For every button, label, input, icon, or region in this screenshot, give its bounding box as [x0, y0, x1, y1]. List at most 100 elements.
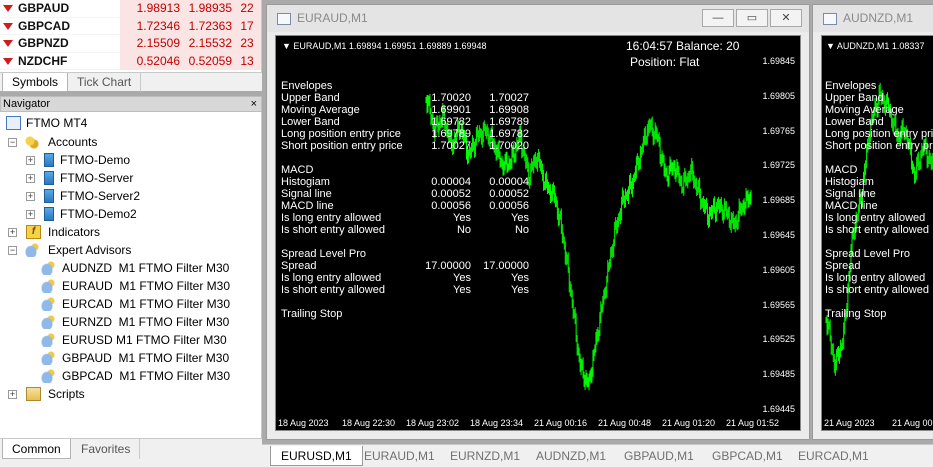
tree-indicators[interactable]: + f Indicators [8, 223, 258, 241]
chart-tab[interactable]: EURUSD,M1 [270, 446, 363, 466]
expand-icon[interactable]: + [26, 174, 35, 183]
price-tick-label: 1.69445 [762, 404, 795, 414]
chart-tab[interactable]: EURAUD,M1 [354, 446, 445, 466]
chart-window-audnzd[interactable]: AUDNZD,M1 ▼ AUDNZD,M1 1.08337 Envelopes U… [812, 4, 933, 440]
chart-tab[interactable]: GBPAUD,M1 [614, 446, 704, 466]
collapse-icon[interactable]: − [8, 138, 17, 147]
indicator-label: Upper Band [825, 92, 884, 104]
indicator-label: Short position entry price [281, 140, 403, 152]
indicator-value: Yes [453, 284, 471, 296]
chart-window-euraud[interactable]: EURAUD,M1 — ▭ ✕ ▼ EURAUD,M1 1.69894 1.69… [266, 4, 810, 440]
tree-expert-item[interactable]: EURNZD M1 FTMO Filter M30 [40, 313, 260, 331]
tree-accounts[interactable]: − Accounts [8, 133, 258, 151]
tab-tick-chart[interactable]: Tick Chart [68, 73, 142, 92]
indicator-value: Yes [453, 212, 471, 224]
expert-advisor-icon [24, 243, 39, 257]
expert-advisor-icon [40, 369, 55, 383]
tree-expert-item[interactable]: GBPCAD M1 FTMO Filter M30 [40, 367, 260, 385]
tree-expert-item[interactable]: EURUSD M1 FTMO Filter M30 [40, 331, 260, 349]
indicator-value: No [514, 224, 529, 236]
market-watch-row[interactable]: GBPNZD 2.15509 2.15532 23 [0, 35, 261, 53]
indicator-value: 0.00004 [489, 176, 529, 188]
tree-account-item[interactable]: + FTMO-Demo [26, 151, 256, 169]
accounts-icon [24, 135, 39, 149]
symbol-name: GBPAUD [18, 1, 70, 15]
indicator-label: Is long entry allowed [825, 212, 926, 224]
indicator-value: 1.69789 [489, 116, 529, 128]
ask-price: 0.52059 [180, 52, 232, 70]
tree-scripts[interactable]: + Scripts [8, 385, 258, 403]
chart-plot[interactable]: ▼ EURAUD,M1 1.69894 1.69951 1.69889 1.69… [275, 35, 801, 431]
indicator-label: Histogiam [825, 176, 874, 188]
chart-tab[interactable]: GBPCAD,M1 [702, 446, 793, 466]
indicator-value: 0.00052 [431, 188, 471, 200]
indicator-label: Is long entry allowed [825, 272, 926, 284]
tree-expert-item[interactable]: AUDNZD M1 FTMO Filter M30 [40, 259, 260, 277]
chart-plot[interactable]: ▼ AUDNZD,M1 1.08337 Envelopes Upper Band M… [821, 35, 933, 431]
indicator-label: MACD line [825, 200, 878, 212]
indicator-value: 0.00052 [489, 188, 529, 200]
close-icon[interactable]: × [251, 97, 257, 111]
tree-account-item[interactable]: + FTMO-Server [26, 169, 256, 187]
tab-favorites[interactable]: Favorites [72, 439, 141, 459]
indicator-label: Upper Band [281, 92, 340, 104]
chart-window-titlebar[interactable]: AUDNZD,M1 [813, 5, 933, 32]
market-watch: GBPAUD 1.98913 1.98935 22 GBPCAD 1.72346 1.723… [0, 0, 262, 72]
price-tick-label: 1.69525 [762, 334, 795, 345]
indicator-label: Lower Band [281, 116, 340, 128]
time-tick-label: 18 Aug 22:30 [342, 418, 396, 428]
collapse-icon[interactable]: − [8, 246, 17, 255]
price-tick-label: 1.69845 [762, 56, 795, 66]
expert-advisor-icon [40, 333, 55, 347]
ask-price: 2.15532 [180, 35, 232, 53]
indicator-value: 1.70027 [489, 92, 529, 104]
chart-header: ▼ EURAUD,M1 1.69894 1.69951 1.69889 1.69… [282, 41, 487, 51]
indicator-value: Yes [511, 272, 529, 284]
indicator-label: Is long entry allowed [281, 272, 382, 284]
expand-icon[interactable]: + [26, 156, 35, 165]
market-watch-row[interactable]: GBPAUD 1.98913 1.98935 22 [0, 0, 261, 18]
expand-icon[interactable]: + [8, 228, 17, 237]
time-tick-label: 21 Aug 00:16 [534, 418, 588, 428]
indicator-label: Trailing Stop [281, 308, 343, 320]
spread-value: 23 [232, 35, 261, 53]
tree-expert-item[interactable]: EURAUD M1 FTMO Filter M30 [40, 277, 260, 295]
minimize-button[interactable]: — [702, 9, 734, 27]
server-icon [44, 189, 54, 203]
time-tick-label: 18 Aug 2023 [278, 418, 329, 428]
time-tick-label: 21 Aug 00: [892, 418, 933, 428]
bid-price: 1.72346 [120, 17, 180, 35]
chart-tab[interactable]: EURNZD,M1 [440, 446, 530, 466]
time-tick-label: 18 Aug 23:02 [406, 418, 460, 428]
navigator-tree: FTMO MT4 − Accounts + f Indicators − Exp… [0, 112, 262, 438]
tab-common[interactable]: Common [2, 439, 71, 459]
terminal-icon [6, 116, 21, 130]
expand-icon[interactable]: + [26, 192, 35, 201]
indicator-label: Signal line [281, 188, 332, 200]
market-watch-tabs: Symbols Tick Chart [0, 72, 262, 92]
symbol-name: GBPNZD [18, 36, 69, 50]
indicator-value: 1.69789 [431, 128, 471, 140]
chart-tab[interactable]: EURCAD,M1 [788, 446, 879, 466]
arrow-down-icon [3, 22, 13, 30]
expert-advisor-icon [40, 279, 55, 293]
expand-icon[interactable]: + [26, 210, 35, 219]
market-watch-row[interactable]: GBPCAD 1.72346 1.72363 17 [0, 17, 261, 35]
expert-advisor-icon [40, 297, 55, 311]
bid-price: 1.98913 [120, 0, 180, 18]
close-button[interactable]: ✕ [770, 9, 802, 27]
market-watch-row[interactable]: NZDCHF 0.52046 0.52059 13 [0, 52, 261, 70]
chart-window-titlebar[interactable]: EURAUD,M1 — ▭ ✕ [267, 5, 809, 32]
server-icon [44, 171, 54, 185]
tree-expert-item[interactable]: GBPAUD M1 FTMO Filter M30 [40, 349, 260, 367]
tree-expert-item[interactable]: EURCAD M1 FTMO Filter M30 [40, 295, 260, 313]
tab-symbols[interactable]: Symbols [2, 73, 69, 92]
indicator-value: 1.70027 [431, 140, 471, 152]
expand-icon[interactable]: + [8, 390, 17, 399]
tree-account-item[interactable]: + FTMO-Server2 [26, 187, 256, 205]
restore-button[interactable]: ▭ [736, 9, 768, 27]
time-tick-label: 21 Aug 01:20 [662, 418, 716, 428]
tree-account-item[interactable]: + FTMO-Demo2 [26, 205, 256, 223]
tree-expert-advisors[interactable]: − Expert Advisors [8, 241, 258, 259]
chart-tab[interactable]: AUDNZD,M1 [526, 446, 616, 466]
